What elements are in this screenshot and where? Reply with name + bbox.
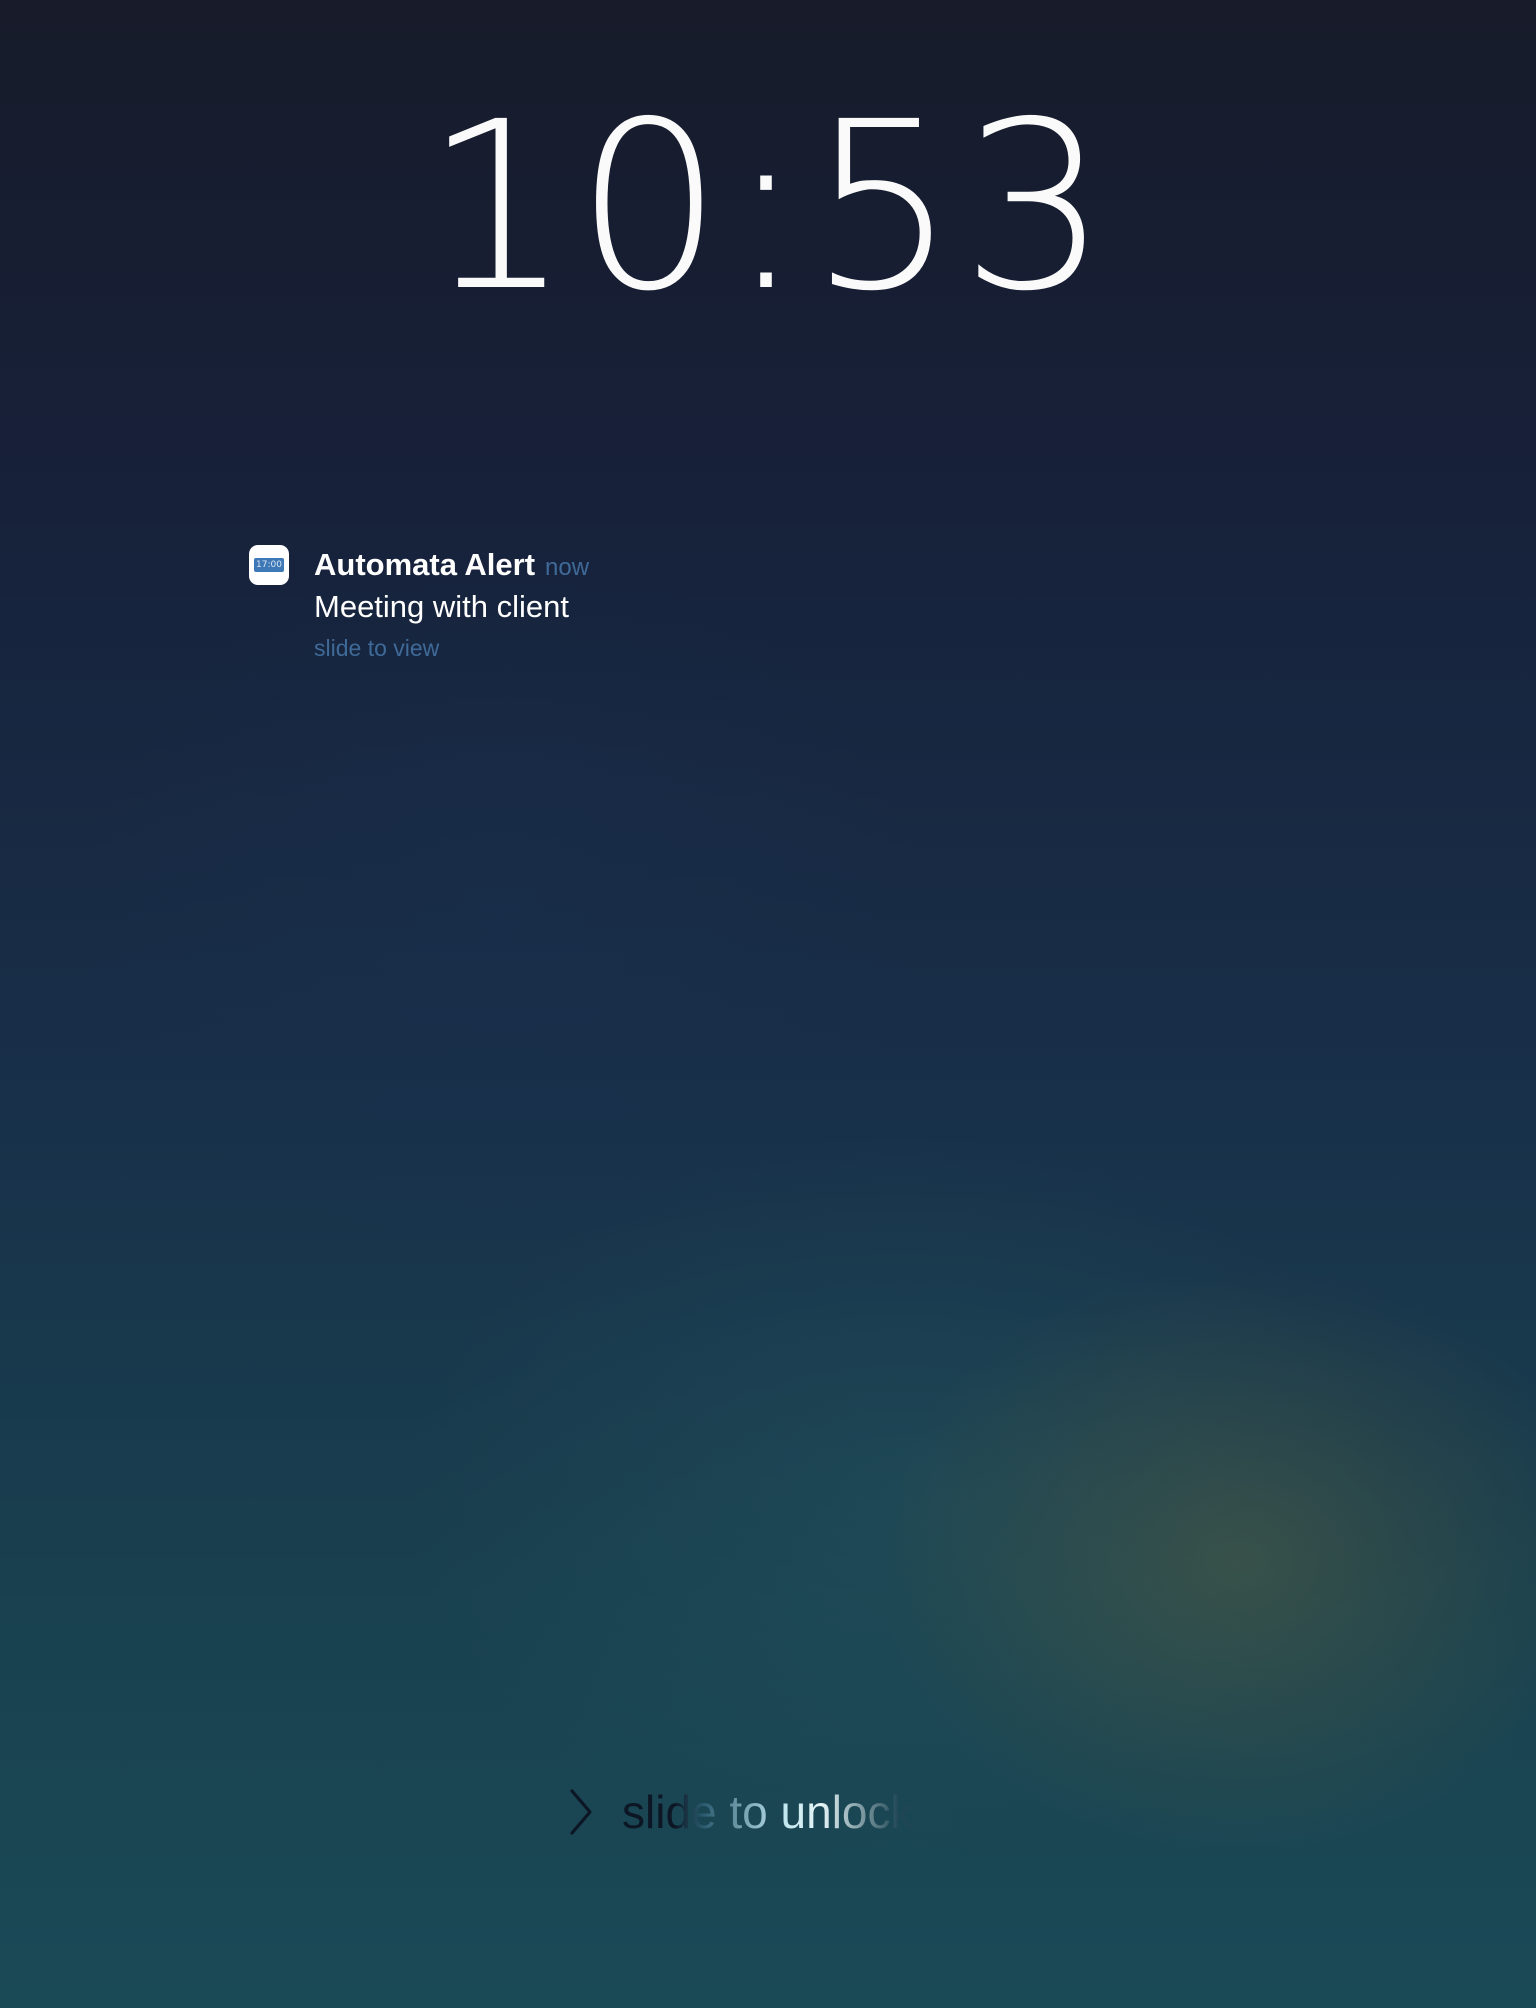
notification-card[interactable]: 17:00 Automata Alert now Meeting with cli… (249, 543, 949, 668)
slide-to-unlock-slider[interactable]: slide to unlock (568, 1780, 988, 1844)
notification-timestamp: now (545, 554, 590, 581)
notification-slide-to-view[interactable]: slide to view (314, 631, 439, 665)
chevron-right-icon[interactable] (568, 1788, 594, 1836)
app-icon-time: 17:00 (254, 558, 284, 572)
calendar-clock-icon: 17:00 (249, 545, 289, 585)
clock-time: 10:53 (423, 72, 1113, 342)
slide-to-unlock-label: slide to unlock (622, 1780, 914, 1844)
notification-app-name: Automata Alert (314, 547, 536, 582)
notification-message: Meeting with client (314, 589, 570, 624)
notification-header: Automata Alert now (314, 543, 589, 590)
